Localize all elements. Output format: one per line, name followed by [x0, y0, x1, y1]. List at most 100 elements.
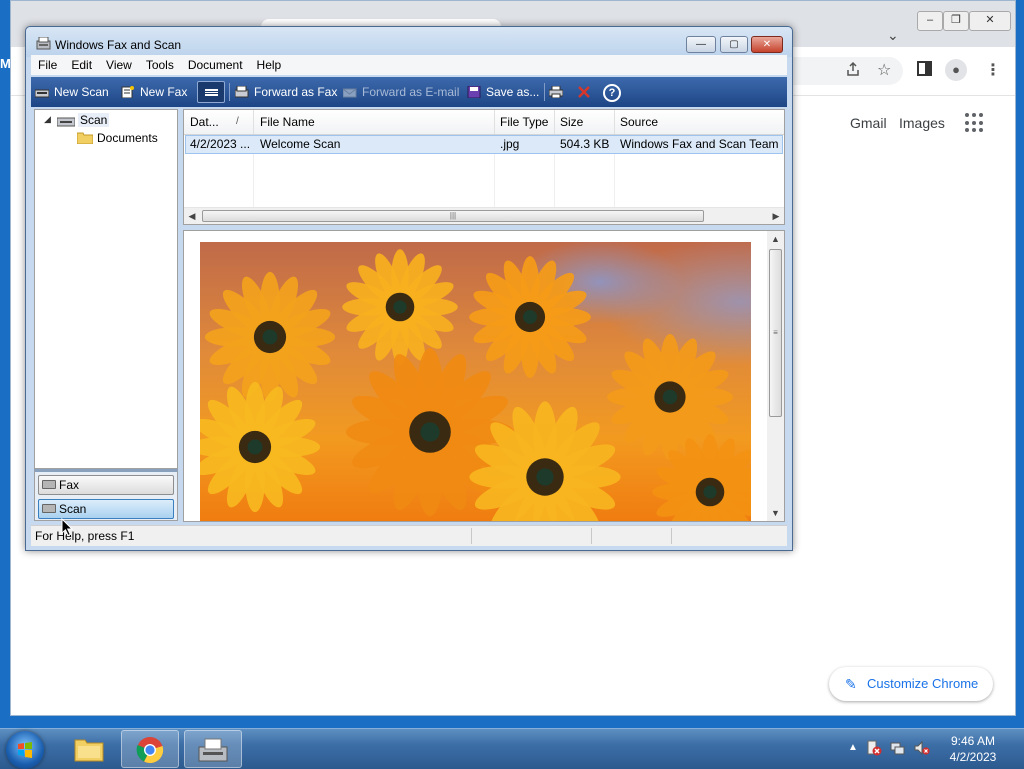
chrome-restore-button[interactable]: ❐	[943, 11, 969, 31]
tree-item-scan[interactable]: Scan	[78, 113, 110, 127]
menu-document[interactable]: Document	[181, 55, 250, 75]
action-center-icon[interactable]	[866, 740, 882, 759]
grid-line	[253, 154, 254, 212]
scan-preview-image	[200, 242, 751, 521]
scroll-down-arrow-icon[interactable]: ▼	[767, 505, 784, 521]
view-toggle-button[interactable]	[197, 81, 225, 103]
vertical-scroll-thumb[interactable]: ≡	[769, 249, 782, 417]
close-button[interactable]: ✕	[751, 36, 783, 53]
network-icon[interactable]	[890, 740, 906, 759]
menu-tools[interactable]: Tools	[139, 55, 181, 75]
fax-scan-taskbar-button[interactable]	[184, 730, 242, 768]
print-button[interactable]	[549, 77, 568, 107]
scroll-right-arrow-icon[interactable]: ▶	[768, 208, 784, 224]
column-source[interactable]: Source	[620, 110, 658, 134]
column-size[interactable]: Size	[560, 110, 583, 134]
fax-nav-button[interactable]: Fax	[38, 475, 174, 495]
menu-view[interactable]: View	[99, 55, 139, 75]
column-file-type[interactable]: File Type	[500, 110, 548, 134]
column-divider[interactable]	[494, 110, 495, 134]
row-date: 4/2/2023 ...	[190, 137, 251, 151]
flower-photo	[200, 249, 751, 521]
maximize-button[interactable]: ▢	[720, 36, 748, 53]
column-divider[interactable]	[554, 110, 555, 134]
new-fax-button[interactable]: New Fax	[121, 77, 187, 107]
tree-expand-arrow-icon[interactable]: ◢	[44, 114, 51, 125]
row-size: 504.3 KB	[560, 137, 610, 151]
status-bar: For Help, press F1	[31, 525, 787, 546]
side-panel-icon[interactable]	[917, 61, 932, 81]
command-bar: New Scan New Fax Forward as Fax Forward …	[31, 77, 787, 107]
save-as-label: Save as...	[486, 85, 540, 99]
column-date[interactable]: Dat...	[190, 110, 219, 134]
chrome-taskbar-button[interactable]	[121, 730, 179, 768]
status-divider	[591, 528, 592, 544]
window-title: Windows Fax and Scan	[55, 38, 182, 52]
minimize-button[interactable]: —	[686, 36, 716, 53]
tray-arrow-icon[interactable]: ▲	[848, 742, 858, 753]
profile-icon[interactable]: ●	[945, 59, 967, 81]
status-divider	[671, 528, 672, 544]
sort-indicator: /	[236, 116, 239, 127]
delete-button[interactable]	[577, 77, 596, 107]
desktop-letter: M	[0, 56, 11, 71]
printer-icon	[549, 86, 563, 98]
tree-scanner-icon	[56, 115, 76, 130]
gmail-link[interactable]: Gmail	[850, 115, 887, 131]
chrome-close-button[interactable]: ✕	[969, 11, 1011, 31]
preview-pane: ▲ ≡ ▼	[183, 230, 785, 522]
save-disk-icon	[467, 86, 481, 98]
clock-date: 4/2/2023	[949, 750, 997, 764]
chrome-minimize-button[interactable]: ‒	[917, 11, 943, 31]
forward-fax-icon	[235, 86, 249, 98]
scan-nav-button[interactable]: Scan	[38, 499, 174, 519]
images-link[interactable]: Images	[899, 115, 945, 131]
list-view-icon	[205, 89, 218, 96]
save-as-button[interactable]: Save as...	[467, 77, 539, 107]
scan-nav-label: Scan	[59, 502, 87, 516]
list-header: Dat... / File Name File Type Size Source	[184, 110, 784, 135]
delete-x-icon	[578, 86, 590, 98]
menu-help[interactable]: Help	[250, 55, 289, 75]
tree-item-documents[interactable]: Documents	[97, 131, 158, 145]
new-scan-button[interactable]: New Scan	[35, 77, 109, 107]
volume-muted-icon[interactable]	[914, 740, 930, 759]
star-icon[interactable]: ☆	[877, 60, 891, 80]
horizontal-scrollbar[interactable]: ◀ ||| ▶	[184, 207, 784, 224]
fax-scan-window: Windows Fax and Scan — ▢ ✕ File Edit View T…	[25, 26, 793, 551]
forward-as-email-button[interactable]: Forward as E-mail	[343, 77, 459, 107]
horizontal-scroll-thumb[interactable]: |||	[202, 210, 704, 222]
menu-edit[interactable]: Edit	[64, 55, 99, 75]
customize-chrome-button[interactable]: ✎ Customize Chrome	[829, 667, 993, 701]
column-file-name[interactable]: File Name	[260, 110, 315, 134]
menu-dots-icon[interactable]: ⋮	[985, 60, 1001, 80]
column-divider[interactable]	[253, 110, 254, 134]
tab-search-chevron-icon[interactable]: ⌄	[887, 27, 899, 44]
column-divider[interactable]	[614, 110, 615, 134]
row-source: Windows Fax and Scan Team	[620, 137, 779, 151]
apps-grid-icon[interactable]	[965, 113, 985, 133]
folder-icon	[74, 739, 104, 762]
new-scan-label: New Scan	[54, 85, 109, 99]
scroll-left-arrow-icon[interactable]: ◀	[184, 208, 200, 224]
scanner-icon	[35, 89, 49, 98]
status-text: For Help, press F1	[35, 529, 135, 543]
help-button[interactable]: ?	[603, 77, 621, 107]
fax-app-icon	[36, 36, 51, 53]
vertical-scrollbar[interactable]: ▲ ≡ ▼	[767, 231, 784, 521]
forward-as-fax-button[interactable]: Forward as Fax	[235, 77, 337, 107]
clock-time: 9:46 AM	[950, 734, 996, 748]
start-button[interactable]	[6, 731, 44, 769]
menu-file[interactable]: File	[31, 55, 64, 75]
mouse-cursor-icon	[61, 517, 74, 539]
system-clock[interactable]: 9:46 AM 4/2/2023	[938, 733, 1008, 765]
title-bar[interactable]: Windows Fax and Scan — ▢ ✕	[26, 27, 792, 57]
navigation-panel: Fax Scan	[34, 469, 178, 521]
new-fax-label: New Fax	[140, 85, 188, 99]
grid-line	[554, 154, 555, 212]
scroll-up-arrow-icon[interactable]: ▲	[767, 231, 784, 247]
new-fax-icon	[121, 86, 134, 98]
share-icon[interactable]	[845, 61, 861, 82]
explorer-taskbar-button[interactable]	[60, 730, 118, 768]
row-file-name: Welcome Scan	[260, 137, 341, 151]
